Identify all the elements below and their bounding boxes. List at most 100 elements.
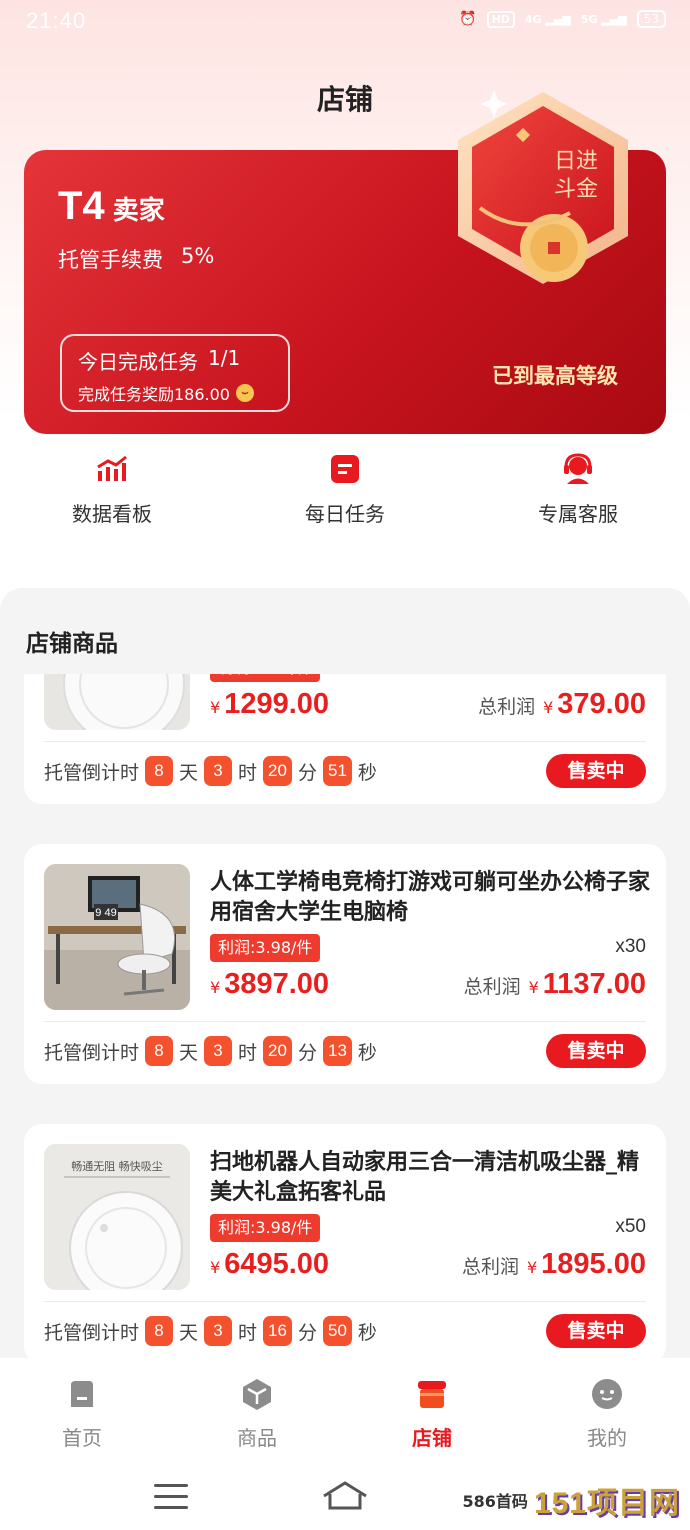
countdown-minutes: 16 xyxy=(263,1316,292,1346)
product-title: 扫地机器人自动家用三合一清洁机吸尘器_精美大礼盒拓客礼品 xyxy=(210,1150,640,1205)
product-thumbnail xyxy=(44,674,190,730)
nav-home[interactable]: 首页 xyxy=(22,1376,142,1451)
task-label: 今日完成任务 xyxy=(78,350,198,374)
countdown-hours: 3 xyxy=(204,1316,233,1346)
status-time: 21:40 xyxy=(26,8,87,33)
nav-products[interactable]: 商品 xyxy=(197,1376,317,1451)
profit-tag: 利润:3.98/件 xyxy=(210,934,321,962)
product-card[interactable]: 9 49 人体工学椅电竞椅打游戏可躺可坐办公椅子家用宿舍大学生电脑椅 利润:3.… xyxy=(24,844,666,1084)
level-name: 卖家 xyxy=(112,196,165,226)
quantity: x50 xyxy=(615,1216,646,1237)
profit-tag: 利润:3.98/件 xyxy=(210,674,321,682)
countdown: 托管倒计时 8天 3时 20 分 13 秒 xyxy=(44,1034,377,1068)
svg-text:斗金: 斗金 xyxy=(554,177,598,202)
total-profit: 总利润 ¥379.00 xyxy=(478,688,646,720)
status-badge[interactable]: 售卖中 xyxy=(546,1034,646,1068)
level-title: T4 卖家 xyxy=(58,184,165,229)
status-badge[interactable]: 售卖中 xyxy=(546,1314,646,1348)
countdown-seconds: 50 xyxy=(322,1316,352,1346)
nav-profile[interactable]: 我的 xyxy=(547,1376,667,1451)
countdown-days: 8 xyxy=(145,1036,174,1066)
hd-icon: HD xyxy=(486,10,515,28)
total-profit: 总利润 ¥1895.00 xyxy=(461,1248,646,1280)
quick-action-label: 每日任务 xyxy=(305,502,385,526)
price: ¥1299.00 xyxy=(210,688,330,720)
shop-icon xyxy=(414,1376,450,1412)
status-icons: ⏰ HD 4G ▂▄▆ 5G ▂▄▆ 53 xyxy=(459,10,666,28)
svg-text:9 49: 9 49 xyxy=(95,907,116,919)
countdown-seconds: 13 xyxy=(322,1036,352,1066)
countdown-hours: 3 xyxy=(204,1036,233,1066)
product-thumbnail: 9 49 xyxy=(44,864,190,1010)
quick-action-label: 专属客服 xyxy=(538,502,618,526)
quantity: x10 xyxy=(615,674,646,678)
divider xyxy=(44,741,646,742)
home-icon xyxy=(64,1376,100,1412)
menu-icon[interactable] xyxy=(154,1484,188,1517)
bottom-nav: 首页 商品 店铺 我的 xyxy=(0,1358,690,1458)
nav-label: 店铺 xyxy=(412,1426,452,1450)
countdown: 托管倒计时 8天 3时 16 分 50 秒 xyxy=(44,1314,377,1348)
svg-text:畅通无阻 畅快吸尘: 畅通无阻 畅快吸尘 xyxy=(71,1159,163,1173)
countdown-days: 8 xyxy=(145,756,174,786)
level-code: T4 xyxy=(58,184,105,228)
quick-action-support[interactable]: 专属客服 xyxy=(478,452,678,527)
quick-action-daily-task[interactable]: 每日任务 xyxy=(245,452,445,527)
product-card[interactable]: 畅通无阻 畅快吸尘 扫地机器人自动家用三合一清洁机吸尘器_精美大礼盒拓客礼品 利… xyxy=(24,1124,666,1364)
price: ¥6495.00 xyxy=(210,1248,330,1280)
product-title: 人体工学椅电竞椅打游戏可躺可坐办公椅子家用宿舍大学生电脑椅 xyxy=(210,870,651,925)
max-level-text: 已到最高等级 xyxy=(492,364,618,388)
status-badge[interactable]: 售卖中 xyxy=(546,754,646,788)
quick-action-dashboard[interactable]: 数据看板 xyxy=(12,452,212,527)
system-home-icon[interactable] xyxy=(320,1480,370,1510)
watermark: 586首码 151项目网 xyxy=(463,1478,680,1522)
watermark-big: 151项目网 xyxy=(533,1487,680,1520)
profit-tag: 利润:3.98/件 xyxy=(210,1214,321,1242)
product-list[interactable]: 利润:3.98/件 x10 ¥1299.00 总利润 ¥379.00 托管倒计时… xyxy=(0,674,690,1368)
quick-action-label: 数据看板 xyxy=(72,502,152,526)
divider xyxy=(44,1021,646,1022)
signal-4g-icon: 4G ▂▄▆ xyxy=(524,12,571,26)
countdown-hours: 3 xyxy=(204,756,233,786)
countdown-seconds: 51 xyxy=(322,756,352,786)
divider xyxy=(44,1301,646,1302)
fee-line: 托管手续费 5% xyxy=(58,244,214,274)
product-thumbnail: 畅通无阻 畅快吸尘 xyxy=(44,1144,190,1290)
task-progress: 1/1 xyxy=(208,346,241,370)
svg-text:日进: 日进 xyxy=(554,149,598,174)
products-section: 店铺商品 利润:3.98/件 x10 ¥1299.00 总利润 ¥379.00 … xyxy=(0,588,690,1368)
product-card[interactable]: 利润:3.98/件 x10 ¥1299.00 总利润 ¥379.00 托管倒计时… xyxy=(24,674,666,804)
signal-5g-icon: 5G ▂▄▆ xyxy=(580,12,627,26)
battery-icon: 53 xyxy=(636,10,666,28)
countdown-minutes: 20 xyxy=(263,1036,292,1066)
level-badge-icon: 日进 斗金 xyxy=(458,90,628,284)
quantity: x30 xyxy=(615,936,646,957)
profile-icon xyxy=(589,1376,625,1412)
alarm-icon: ⏰ xyxy=(459,11,477,27)
box-icon xyxy=(239,1376,275,1412)
nav-label: 首页 xyxy=(62,1426,102,1450)
support-icon xyxy=(561,452,595,486)
countdown-days: 8 xyxy=(145,1316,174,1346)
task-line: 今日完成任务 1/1 xyxy=(78,346,272,375)
nav-label: 我的 xyxy=(587,1426,627,1450)
watermark-small: 586首码 xyxy=(462,1492,528,1511)
chart-icon xyxy=(95,452,129,486)
system-nav-bar: 586首码 151项目网 xyxy=(0,1458,690,1530)
fee-label: 托管手续费 xyxy=(58,248,163,272)
nav-shop[interactable]: 店铺 xyxy=(372,1376,492,1451)
section-title: 店铺商品 xyxy=(26,631,118,657)
daily-task-box[interactable]: 今日完成任务 1/1 完成任务奖励186.00 ⌣ xyxy=(60,334,290,412)
quick-actions: 数据看板 每日任务 专属客服 xyxy=(0,452,690,532)
nav-label: 商品 xyxy=(237,1426,277,1450)
price: ¥3897.00 xyxy=(210,968,330,1000)
status-bar: 21:40 ⏰ HD 4G ▂▄▆ 5G ▂▄▆ 53 xyxy=(0,0,690,46)
countdown-minutes: 20 xyxy=(263,756,292,786)
task-icon xyxy=(328,452,362,486)
total-profit: 总利润 ¥1137.00 xyxy=(463,968,646,1000)
coin-icon: ⌣ xyxy=(236,384,254,402)
reward-line: 完成任务奖励186.00 ⌣ xyxy=(78,381,272,405)
fee-value: 5% xyxy=(181,244,215,268)
reward-text: 完成任务奖励186.00 xyxy=(78,385,230,404)
countdown: 托管倒计时 8天 3时 20 分 51 秒 xyxy=(44,754,377,788)
